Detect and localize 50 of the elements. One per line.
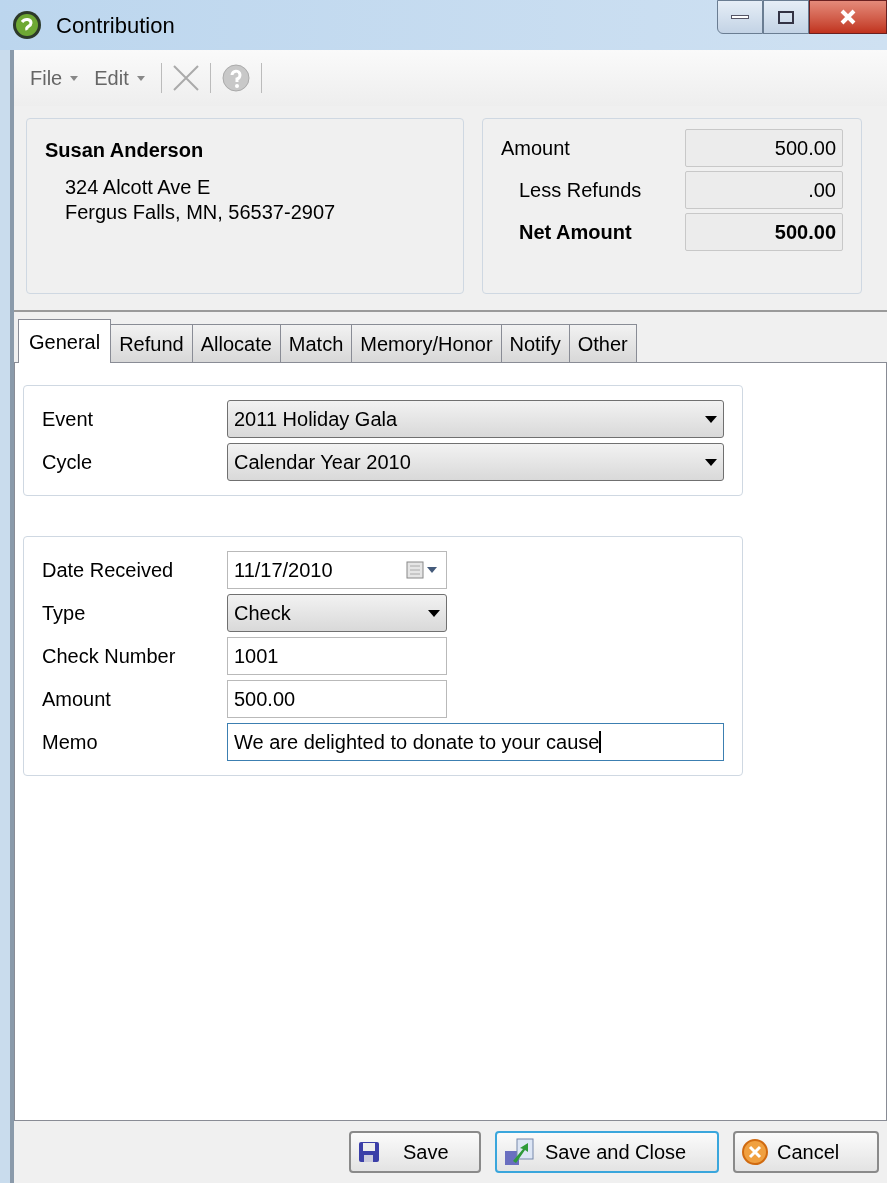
total-value: 500.00 [685,213,843,251]
close-button[interactable] [809,0,887,34]
dialog-button[interactable]: Save and Close [495,1131,719,1173]
save-arrow-icon [503,1137,537,1167]
tab[interactable]: General [18,319,112,363]
window-title: Contribution [56,11,175,40]
cancel-icon [741,1138,769,1166]
tab[interactable]: Memory/Honor [351,324,502,362]
field-label: Amount [42,687,112,712]
maximize-button[interactable] [763,0,809,34]
text-field[interactable]: 500.00 [227,680,447,718]
dropdown-caret-icon [705,415,717,423]
text-field[interactable]: We are delighted to donate to your cause [227,723,724,761]
dropdown[interactable]: Check [227,594,447,632]
text-field[interactable]: 1001 [227,637,447,675]
text-cursor [599,731,601,753]
dropdown-caret-icon [705,458,717,466]
menu-button[interactable]: Edit [94,63,145,93]
dropdown[interactable]: Calendar Year 2010 [227,443,724,481]
total-label: Net Amount [518,220,632,245]
tab[interactable]: Allocate [191,324,281,362]
address-line: 324 Alcott Ave E [65,175,212,200]
field-label: Memo [42,730,99,755]
field-label: Type [42,601,87,626]
dialog-button[interactable]: Save [349,1131,481,1173]
dialog-button[interactable]: Cancel [733,1131,879,1173]
field-label: Check Number [42,644,177,669]
close-icon [840,9,856,25]
minimize-button[interactable] [717,0,763,34]
address-line: Fergus Falls, MN, 56537-2907 [65,200,337,225]
total-label: Less Refunds [518,178,642,203]
menu-button[interactable]: File [30,63,79,93]
field-label: Date Received [42,558,175,583]
caret-icon [136,75,145,81]
tab[interactable]: Match [279,324,353,362]
field-label: Event [42,407,95,432]
donor-name: Susan Anderson [45,138,205,163]
caret-icon [70,75,79,81]
dropdown-caret-icon [428,609,440,617]
field-label: Cycle [42,450,93,475]
tab[interactable]: Other [568,324,637,362]
total-label: Amount [501,136,570,161]
calendar-icon [406,561,440,579]
total-value: 500.00 [685,129,843,167]
app-logo-icon [12,10,42,40]
dropdown[interactable]: 2011 Holiday Gala [227,400,724,438]
total-value: .00 [685,171,843,209]
tab[interactable]: Notify [500,324,570,362]
date-field[interactable]: 11/17/2010 [227,551,447,589]
tab[interactable]: Refund [110,324,193,362]
